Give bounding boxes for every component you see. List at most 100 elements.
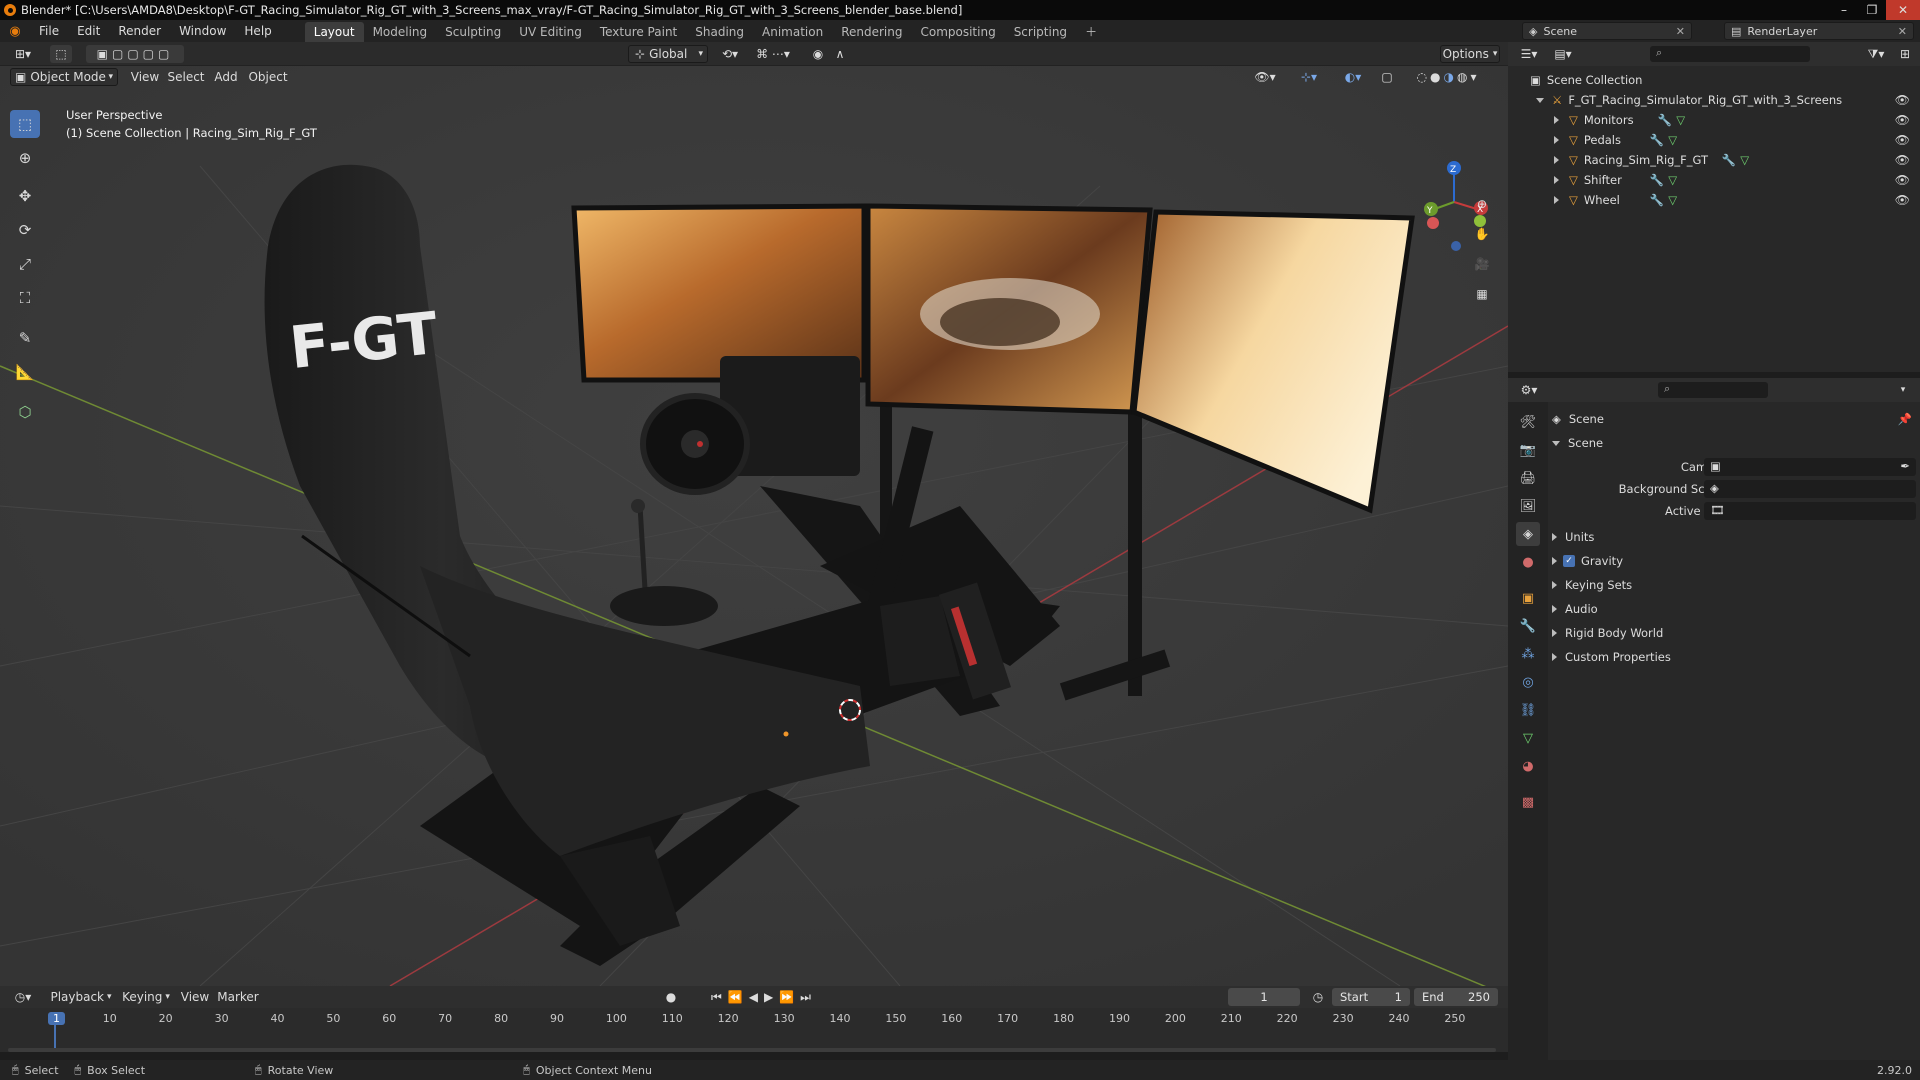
material-tab-icon[interactable]: ◕: [1516, 754, 1540, 778]
tab-layout[interactable]: Layout: [304, 22, 364, 42]
timeline-scrollbar[interactable]: [8, 1048, 1496, 1052]
outliner-row-wheel[interactable]: ▽ Wheel 🔧 ▽ 👁: [1508, 190, 1920, 210]
add-cube-tool-icon[interactable]: ⬡: [10, 398, 40, 426]
tab-texture-paint[interactable]: Texture Paint: [591, 22, 686, 42]
minimize-icon[interactable]: –: [1830, 0, 1858, 20]
select-box-tool-icon[interactable]: ⬚: [10, 110, 40, 138]
mode-dropdown[interactable]: ▣ Object Mode ▾: [10, 68, 118, 86]
menu-window[interactable]: Window: [170, 20, 235, 42]
units-section[interactable]: Units: [1548, 526, 1920, 548]
menu-view[interactable]: View: [130, 68, 160, 86]
eye-icon[interactable]: 👁: [1895, 173, 1910, 187]
options-dropdown[interactable]: Options ▾: [1440, 45, 1500, 63]
outliner-editor-type-icon[interactable]: ☰▾: [1514, 45, 1544, 63]
texture-tab-icon[interactable]: ▩: [1516, 790, 1540, 814]
measure-tool-icon[interactable]: 📐: [10, 358, 40, 386]
menu-file[interactable]: File: [30, 20, 68, 42]
outliner-row-collection[interactable]: ⚔ F_GT_Racing_Simulator_Rig_GT_with_3_Sc…: [1508, 90, 1920, 110]
tab-shading[interactable]: Shading: [686, 22, 753, 42]
expand-triangle-icon[interactable]: [1554, 116, 1559, 124]
eye-icon[interactable]: 👁: [1895, 113, 1910, 127]
tab-scripting[interactable]: Scripting: [1005, 22, 1076, 42]
eye-icon[interactable]: 👁: [1895, 93, 1910, 107]
playhead-line[interactable]: [54, 1024, 56, 1048]
menu-help[interactable]: Help: [235, 20, 280, 42]
tool-tab-icon[interactable]: 🛠: [1516, 410, 1540, 434]
zoom-icon[interactable]: ⊕: [1470, 192, 1494, 216]
pin-icon[interactable]: 📌: [1898, 412, 1912, 426]
annotate-tool-icon[interactable]: ✎: [10, 324, 40, 352]
particles-tab-icon[interactable]: ⁂: [1516, 642, 1540, 666]
maximize-icon[interactable]: ❐: [1858, 0, 1886, 20]
output-tab-icon[interactable]: 🖨: [1516, 466, 1540, 490]
outliner-row-scene-collection[interactable]: ▣ Scene Collection: [1508, 70, 1920, 90]
camera-view-icon[interactable]: 🎥: [1470, 252, 1494, 276]
chevron-down-icon[interactable]: ▾: [1894, 381, 1912, 399]
falloff-icon[interactable]: ∧: [830, 45, 850, 63]
scene-close-icon[interactable]: ✕: [1676, 25, 1691, 38]
physics-tab-icon[interactable]: ◎: [1516, 670, 1540, 694]
outliner-row-monitors[interactable]: ▽ Monitors 🔧 ▽ 👁: [1508, 110, 1920, 130]
outliner-search-input[interactable]: ⌕: [1650, 46, 1810, 62]
eye-icon[interactable]: 👁: [1895, 153, 1910, 167]
timeline-ruler[interactable]: 1 10 20 30 40 50 60 70 80 90 100 110 120 130 140 150 160…: [0, 986, 1508, 1052]
world-tab-icon[interactable]: ●: [1516, 550, 1540, 574]
custom-properties-section[interactable]: Custom Properties: [1548, 646, 1920, 668]
view-layer-selector[interactable]: ▤ RenderLayer ✕: [1724, 22, 1914, 40]
select-tool-icon[interactable]: ⬚: [50, 45, 72, 63]
eye-icon[interactable]: 👁: [1895, 193, 1910, 207]
move-tool-icon[interactable]: ✥: [10, 182, 40, 210]
expand-triangle-icon[interactable]: [1554, 176, 1559, 184]
cursor-tool-icon[interactable]: ⊕: [10, 144, 40, 172]
add-workspace-icon[interactable]: ＋: [1076, 22, 1106, 42]
eye-icon[interactable]: 👁: [1895, 133, 1910, 147]
expand-triangle-icon[interactable]: [1554, 156, 1559, 164]
properties-editor-type-icon[interactable]: ⚙▾: [1514, 381, 1544, 399]
outliner-row-pedals[interactable]: ▽ Pedals 🔧 ▽ 👁: [1508, 130, 1920, 150]
selection-mode-icons[interactable]: ▣▢▢▢▢: [86, 45, 184, 63]
view-layer-tab-icon[interactable]: 🖼: [1516, 494, 1540, 518]
filter-icon[interactable]: ⧩▾: [1864, 45, 1888, 63]
overlay-toggle-icon[interactable]: ◐▾: [1334, 68, 1372, 86]
menu-render[interactable]: Render: [109, 20, 170, 42]
object-tab-icon[interactable]: ▣: [1516, 586, 1540, 610]
audio-section[interactable]: Audio: [1548, 598, 1920, 620]
expand-triangle-icon[interactable]: [1554, 196, 1559, 204]
tab-uv-editing[interactable]: UV Editing: [510, 22, 591, 42]
shading-mode-icons[interactable]: ◌● ◑ ◍▾: [1402, 68, 1494, 86]
ortho-grid-icon[interactable]: ▦: [1470, 282, 1494, 306]
blender-menu-icon[interactable]: ◉: [0, 24, 30, 39]
transform-tool-icon[interactable]: ⛶: [10, 284, 40, 312]
eyedropper-icon[interactable]: ✒: [1900, 459, 1910, 473]
camera-field[interactable]: ▣ ✒: [1704, 458, 1916, 476]
gravity-section[interactable]: ✓ Gravity: [1548, 550, 1920, 572]
xray-icon[interactable]: ▢: [1378, 68, 1396, 86]
active-clip-field[interactable]: 🎞: [1704, 502, 1916, 520]
scale-tool-icon[interactable]: ⤢: [10, 250, 40, 278]
display-mode-icon[interactable]: ▤▾: [1548, 45, 1578, 63]
tab-animation[interactable]: Animation: [753, 22, 832, 42]
scene-panel-header[interactable]: Scene: [1548, 432, 1920, 454]
close-icon[interactable]: ✕: [1886, 0, 1920, 20]
menu-object[interactable]: Object: [248, 68, 288, 86]
proportional-edit-icon[interactable]: ◉: [808, 45, 828, 63]
tab-compositing[interactable]: Compositing: [911, 22, 1004, 42]
render-tab-icon[interactable]: 📷: [1516, 438, 1540, 462]
background-scene-field[interactable]: ◈: [1704, 480, 1916, 498]
gizmo-toggle-icon[interactable]: ⊹▾: [1288, 68, 1330, 86]
visibility-icon[interactable]: 👁▾: [1250, 68, 1280, 86]
expand-triangle-icon[interactable]: [1554, 136, 1559, 144]
pivot-point-icon[interactable]: ⟲▾: [716, 45, 744, 63]
tab-sculpting[interactable]: Sculpting: [436, 22, 510, 42]
keying-sets-section[interactable]: Keying Sets: [1548, 574, 1920, 596]
expand-triangle-icon[interactable]: [1536, 97, 1544, 103]
outliner-row-racing-sim[interactable]: ▽ Racing_Sim_Rig_F_GT 🔧 ▽ 👁: [1508, 150, 1920, 170]
menu-edit[interactable]: Edit: [68, 20, 109, 42]
menu-select[interactable]: Select: [167, 68, 204, 86]
pan-hand-icon[interactable]: ✋: [1470, 222, 1494, 246]
rotate-tool-icon[interactable]: ⟳: [10, 216, 40, 244]
modifier-tab-icon[interactable]: 🔧: [1516, 614, 1540, 638]
transform-orientation-dropdown[interactable]: ⊹ Global ▾: [628, 45, 708, 63]
data-tab-icon[interactable]: ▽: [1516, 726, 1540, 750]
new-collection-icon[interactable]: ⊞: [1894, 45, 1916, 63]
